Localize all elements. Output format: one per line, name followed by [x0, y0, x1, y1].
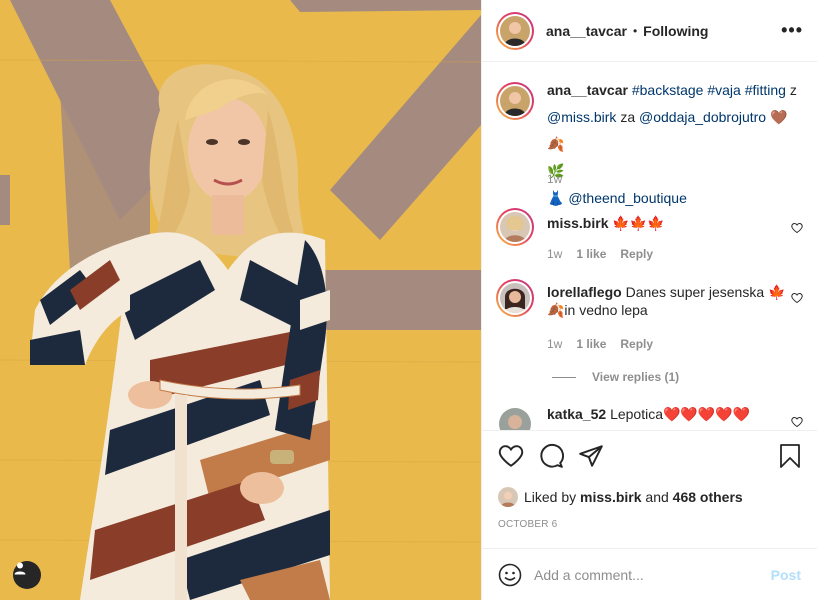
commenter-avatar[interactable] [496, 208, 534, 246]
hashtag-vaja[interactable]: #vaja [707, 82, 740, 98]
add-comment-bar: Post [482, 548, 817, 600]
liked-by-prefix: Liked by [524, 489, 577, 505]
mention-miss-birk[interactable]: @miss.birk [547, 109, 616, 125]
comment-content-line2: 🍂in vedno lepa [547, 302, 648, 318]
author-avatar[interactable] [496, 11, 534, 50]
comment: katka_52 Lepotica❤️❤️❤️❤️❤️ [496, 405, 803, 430]
comment-bubble-icon[interactable] [538, 443, 564, 469]
post-date[interactable]: OCTOBER 6 [498, 519, 557, 530]
comment-likes[interactable]: 1 like [576, 337, 606, 351]
comment-username[interactable]: lorellaflego [547, 284, 622, 300]
post-header: ana__tavcar • Following ••• [482, 0, 817, 62]
reply-button[interactable]: Reply [620, 247, 653, 261]
avatar-image [500, 283, 530, 313]
comment-text: lorellaflego Danes super jesenska 🍁 🍂in … [547, 283, 785, 319]
commenter-avatar[interactable] [496, 405, 534, 430]
comment: lorellaflego Danes super jesenska 🍁 🍂in … [496, 279, 803, 319]
liked-by-user[interactable]: miss.birk [580, 489, 641, 505]
comment-input[interactable] [534, 566, 771, 583]
caption-word: z [789, 82, 797, 98]
comment-like-heart-icon[interactable] [791, 416, 803, 428]
user-tag-icon [14, 562, 26, 575]
post-image[interactable] [0, 0, 481, 600]
liked-by-and: and [645, 489, 669, 505]
view-replies-button[interactable]: View replies (1) [552, 370, 679, 384]
caption-text: ana__tavcar #backstage #vaja #fitting z … [547, 77, 803, 212]
comment-time[interactable]: 1w [547, 337, 562, 351]
avatar-image [499, 408, 531, 430]
heart-icon[interactable] [498, 443, 524, 469]
caption-word: za [620, 109, 636, 125]
comments-list[interactable]: ana__tavcar #backstage #vaja #fitting z … [482, 62, 817, 430]
dress-emoji: 👗 [547, 190, 565, 206]
mention-theend-boutique[interactable]: @theend_boutique [568, 190, 687, 206]
liked-by: Liked by miss.birk and 468 others [498, 487, 743, 507]
instagram-post: ana__tavcar • Following ••• ana__tavcar … [0, 0, 817, 600]
post-actions: Liked by miss.birk and 468 others OCTOBE… [482, 430, 817, 548]
liker-avatar[interactable] [498, 487, 518, 507]
paper-plane-icon[interactable] [578, 443, 604, 469]
post-comment-button[interactable]: Post [771, 567, 801, 583]
caption-avatar[interactable] [496, 82, 534, 120]
avatar-image [500, 86, 530, 116]
caption-meta: 1w [547, 172, 562, 186]
comment-text: miss.birk 🍁🍁🍁 [547, 214, 665, 246]
caption-time[interactable]: 1w [547, 172, 562, 186]
avatar-image [500, 15, 530, 46]
liked-by-others[interactable]: 468 others [673, 489, 743, 505]
user-tag-button[interactable] [13, 561, 41, 589]
author-username[interactable]: ana__tavcar [546, 23, 627, 39]
more-options-icon[interactable]: ••• [781, 20, 803, 41]
comment-content: Danes super jesenska 🍁 [625, 284, 786, 300]
comment: miss.birk 🍁🍁🍁 [496, 208, 803, 246]
photo-illustration [0, 0, 481, 600]
comment-text: katka_52 Lepotica❤️❤️❤️❤️❤️ [547, 405, 750, 430]
comment-like-heart-icon[interactable] [791, 222, 803, 234]
view-replies-label: View replies (1) [592, 370, 680, 384]
caption: ana__tavcar #backstage #vaja #fitting z … [496, 82, 803, 212]
comment-likes[interactable]: 1 like [576, 247, 606, 261]
post-side-panel: ana__tavcar • Following ••• ana__tavcar … [481, 0, 817, 600]
avatar-image [500, 212, 530, 242]
hashtag-fitting[interactable]: #fitting [745, 82, 786, 98]
comment-username[interactable]: miss.birk [547, 215, 608, 231]
following-button[interactable]: Following [643, 23, 708, 39]
separator-dot: • [632, 23, 638, 38]
avatar-image [498, 487, 518, 507]
comment-meta: 1w 1 like Reply [547, 337, 653, 351]
reply-button[interactable]: Reply [620, 337, 653, 351]
hashtag-backstage[interactable]: #backstage [632, 82, 704, 98]
comment-username[interactable]: katka_52 [547, 406, 606, 422]
comment-like-heart-icon[interactable] [791, 292, 803, 304]
comment-meta: 1w 1 like Reply [547, 247, 653, 261]
commenter-avatar[interactable] [496, 279, 534, 317]
replies-divider [552, 376, 576, 378]
comment-time[interactable]: 1w [547, 247, 562, 261]
smiley-icon[interactable] [498, 563, 522, 587]
comment-content: 🍁🍁🍁 [612, 215, 665, 231]
comment-content: Lepotica❤️❤️❤️❤️❤️ [610, 406, 751, 422]
caption-username[interactable]: ana__tavcar [547, 82, 628, 98]
bookmark-icon[interactable] [778, 443, 802, 469]
mention-oddaja-dobrojutro[interactable]: @oddaja_dobrojutro [639, 109, 766, 125]
